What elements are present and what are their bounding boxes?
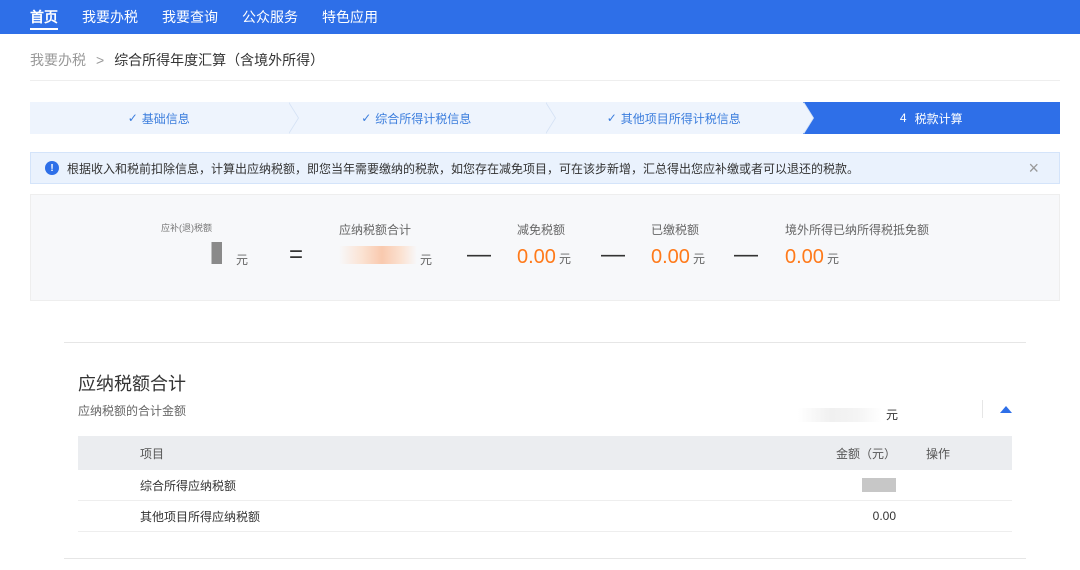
top-nav: 首页 我要办税 我要查询 公众服务 特色应用: [0, 0, 1080, 34]
step-tax-calculation[interactable]: 4 税款计算: [802, 102, 1060, 134]
step-label: 税款计算: [914, 111, 963, 126]
caret-up-icon[interactable]: [1000, 406, 1012, 413]
section-subtitle: 应纳税额的合计金额: [78, 404, 187, 418]
total-tax-section: 应纳税额合计 应纳税额的合计金额 元 项目 金额（元） 操作 综合所得应纳税额 …: [64, 342, 1026, 560]
section-title: 应纳税额合计: [78, 374, 186, 394]
divider: [64, 558, 1026, 559]
row-amount: 0.00: [872, 509, 896, 523]
minus-sign: —: [734, 241, 758, 268]
nav-item-special-apps[interactable]: 特色应用: [322, 0, 378, 34]
nav-item-home[interactable]: 首页: [30, 0, 58, 34]
breadcrumb-separator: >: [96, 52, 105, 68]
close-icon[interactable]: ×: [1028, 158, 1039, 179]
step-number: 4: [899, 111, 907, 125]
divider: [64, 342, 1026, 343]
total-tax-label: 应纳税额合计: [339, 223, 412, 237]
tax-detail-table: 项目 金额（元） 操作 综合所得应纳税额 其他项目所得应纳税额 0.00: [78, 436, 1012, 532]
step-label: 基础信息: [141, 111, 190, 126]
reduction-column: 减免税额 0.00 元: [517, 221, 571, 269]
result-column: 应补(退)税额 元: [161, 221, 248, 268]
header-item: 项目: [140, 446, 165, 461]
step-basic-info[interactable]: ✓ 基础信息: [30, 102, 299, 134]
row-amount-masked: [818, 478, 896, 493]
result-unit: 元: [236, 253, 249, 267]
breadcrumb: 我要办税 > 综合所得年度汇算（含境外所得）: [30, 50, 324, 70]
step-other-income[interactable]: ✓ 其他项目所得计税信息: [545, 102, 814, 134]
total-tax-unit: 元: [420, 253, 433, 267]
reduction-value: 0.00: [517, 246, 556, 268]
paid-label: 已缴税额: [651, 223, 700, 237]
nav-item-query[interactable]: 我要查询: [162, 0, 218, 34]
reduction-label: 减免税额: [517, 223, 566, 237]
foreign-credit-value: 0.00: [785, 246, 824, 268]
row-item: 综合所得应纳税额: [140, 478, 237, 493]
result-value-masked: [161, 242, 233, 264]
table-row: 综合所得应纳税额: [78, 470, 1012, 501]
total-tax-column: 应纳税额合计 元: [339, 221, 432, 268]
tax-equation-panel: 应补(退)税额 元 = 应纳税额合计 元 — 减免税额 0.00 元 — 已缴税…: [30, 194, 1060, 301]
section-total-masked: [798, 407, 882, 422]
header-action: 操作: [926, 446, 951, 461]
foreign-credit-column: 境外所得已纳所得税抵免额 0.00 元: [785, 221, 929, 269]
paid-column: 已缴税额 0.00 元: [651, 221, 705, 269]
table-row: 其他项目所得应纳税额 0.00: [78, 501, 1012, 532]
table-header: 项目 金额（元） 操作: [78, 436, 1012, 470]
row-item: 其他项目所得应纳税额: [140, 509, 261, 524]
notice-text: 根据收入和税前扣除信息，计算出应纳税额，即您当年需要缴纳的税款，如您存在减免项目…: [67, 161, 860, 176]
notice-bar: ! 根据收入和税前扣除信息，计算出应纳税额，即您当年需要缴纳的税款，如您存在减免…: [30, 152, 1060, 184]
paid-unit: 元: [692, 252, 705, 266]
check-icon: ✓: [127, 111, 138, 125]
equals-sign: =: [289, 241, 304, 268]
step-label: 其他项目所得计税信息: [620, 111, 741, 126]
breadcrumb-parent-link[interactable]: 我要办税: [30, 50, 86, 70]
header-amount: 金额（元）: [835, 446, 896, 461]
check-icon: ✓: [361, 111, 372, 125]
section-total-unit: 元: [886, 408, 899, 422]
divider: [982, 400, 983, 418]
nav-item-tax-handling[interactable]: 我要办税: [82, 0, 138, 34]
breadcrumb-divider: [30, 80, 1060, 81]
reduction-unit: 元: [558, 252, 571, 266]
result-label: 应补(退)税额: [161, 223, 212, 233]
step-label: 综合所得计税信息: [375, 111, 472, 126]
foreign-credit-unit: 元: [826, 252, 839, 266]
nav-item-public-service[interactable]: 公众服务: [242, 0, 298, 34]
section-total-amount: 元: [798, 406, 898, 423]
foreign-credit-label: 境外所得已纳所得税抵免额: [785, 223, 930, 237]
check-icon: ✓: [606, 111, 617, 125]
breadcrumb-current: 综合所得年度汇算（含境外所得）: [114, 52, 325, 68]
info-icon: !: [45, 161, 59, 175]
page-content: 我要办税 > 综合所得年度汇算（含境外所得） ✓ 基础信息 ✓ 综合所得计税信息…: [0, 34, 1080, 570]
minus-sign: —: [467, 241, 491, 268]
minus-sign: —: [601, 241, 625, 268]
paid-value: 0.00: [651, 246, 690, 268]
progress-steps: ✓ 基础信息 ✓ 综合所得计税信息 ✓ 其他项目所得计税信息 4 税款计算: [30, 102, 1060, 134]
step-comprehensive-income[interactable]: ✓ 综合所得计税信息: [287, 102, 556, 134]
total-tax-value-masked: [339, 246, 417, 264]
